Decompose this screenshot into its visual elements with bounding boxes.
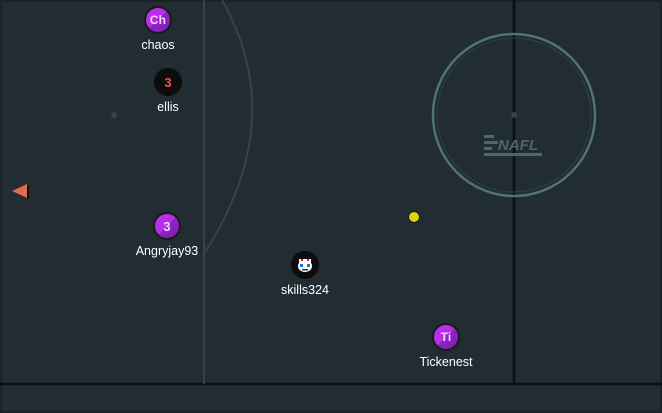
player-name: ellis <box>157 100 179 114</box>
player-token[interactable]: skills324 <box>245 251 365 297</box>
field-border <box>0 0 662 413</box>
logo-text: NAFL <box>498 137 538 154</box>
ball-icon <box>408 211 420 223</box>
player-avatar <box>291 251 319 279</box>
player-badge: 3 <box>163 218 171 234</box>
player-token[interactable]: 3 ellis <box>108 68 228 114</box>
player-avatar: Ch <box>144 6 172 34</box>
nafl-logo-icon: NAFL <box>484 135 542 156</box>
player-name: Angryjay93 <box>135 244 199 258</box>
player-name: Tickenest <box>419 355 473 369</box>
face-icon <box>298 259 312 272</box>
player-avatar: 3 <box>154 68 182 96</box>
player-token[interactable]: 3 Angryjay93 <box>107 212 227 258</box>
center-spot <box>511 112 517 118</box>
player-name: skills324 <box>281 283 329 297</box>
player-token[interactable]: Ti Tickenest <box>386 323 506 369</box>
player-token[interactable]: Ch chaos <box>98 6 218 52</box>
player-avatar: Ti <box>432 323 460 351</box>
player-avatar: 3 <box>153 212 181 240</box>
player-badge: Ti <box>440 330 452 344</box>
player-name: chaos <box>141 38 175 52</box>
player-badge: Ch <box>149 13 167 27</box>
player-badge: 3 <box>164 74 172 90</box>
game-field <box>0 0 662 413</box>
left-arrow-icon <box>12 184 27 198</box>
